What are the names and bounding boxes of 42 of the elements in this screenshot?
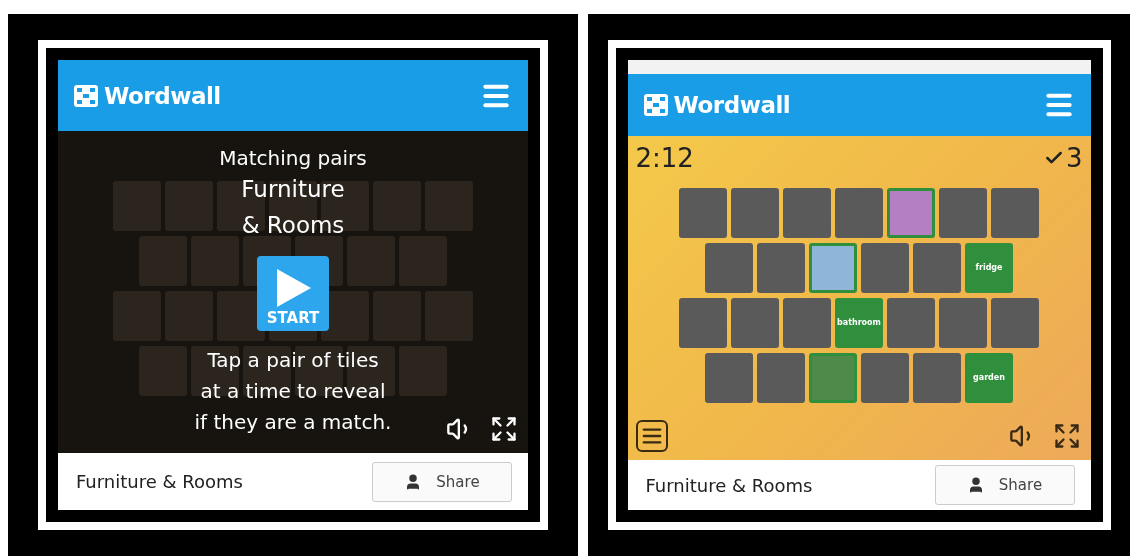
fullscreen-icon[interactable]	[490, 415, 518, 443]
hidden-tile[interactable]	[939, 298, 987, 348]
logo-text: Wordwall	[673, 92, 791, 118]
hidden-tile[interactable]	[861, 243, 909, 293]
instructions: Tap a pair of tiles at a time to reveal if they are a match.	[194, 347, 392, 436]
score: 3	[1065, 143, 1083, 173]
hidden-tile[interactable]	[939, 188, 987, 238]
activity-name: Furniture & Rooms	[76, 471, 243, 492]
hidden-tile[interactable]	[731, 298, 779, 348]
hidden-tile[interactable]	[991, 188, 1039, 238]
menu-button[interactable]	[635, 420, 668, 452]
logo-text: Wordwall	[104, 82, 221, 109]
share-button[interactable]: Share	[934, 465, 1075, 505]
word-tile[interactable]: bathroom	[835, 298, 883, 348]
hidden-tile[interactable]	[679, 188, 727, 238]
game-type: Matching pairs	[219, 145, 367, 171]
hidden-tile[interactable]	[913, 353, 961, 403]
hidden-tile[interactable]	[991, 298, 1039, 348]
logo-grid-icon	[643, 94, 668, 116]
hidden-tile[interactable]	[783, 298, 831, 348]
word-tile[interactable]: garden	[965, 353, 1013, 403]
logo-grid-icon	[74, 84, 98, 107]
hidden-tile[interactable]	[835, 188, 883, 238]
word-tile[interactable]: fridge	[965, 243, 1013, 293]
hidden-tile[interactable]	[757, 353, 805, 403]
activity-title: Furniture & Rooms	[241, 175, 345, 240]
hidden-tile[interactable]	[757, 243, 805, 293]
hidden-tile[interactable]	[783, 188, 831, 238]
hidden-tile[interactable]	[861, 353, 909, 403]
hidden-tile[interactable]	[705, 243, 753, 293]
hidden-tile[interactable]	[913, 243, 961, 293]
timer: 2:12	[635, 143, 694, 173]
fullscreen-icon[interactable]	[1052, 422, 1081, 450]
start-button[interactable]: START	[257, 256, 329, 331]
hidden-tile[interactable]	[679, 298, 727, 348]
share-button[interactable]: Share	[372, 461, 512, 502]
hidden-tile[interactable]	[887, 298, 935, 348]
play-icon	[275, 269, 311, 307]
hidden-tile[interactable]	[731, 188, 779, 238]
activity-name: Furniture & Rooms	[645, 474, 813, 496]
hidden-tile[interactable]	[705, 353, 753, 403]
menu-icon	[640, 425, 663, 447]
